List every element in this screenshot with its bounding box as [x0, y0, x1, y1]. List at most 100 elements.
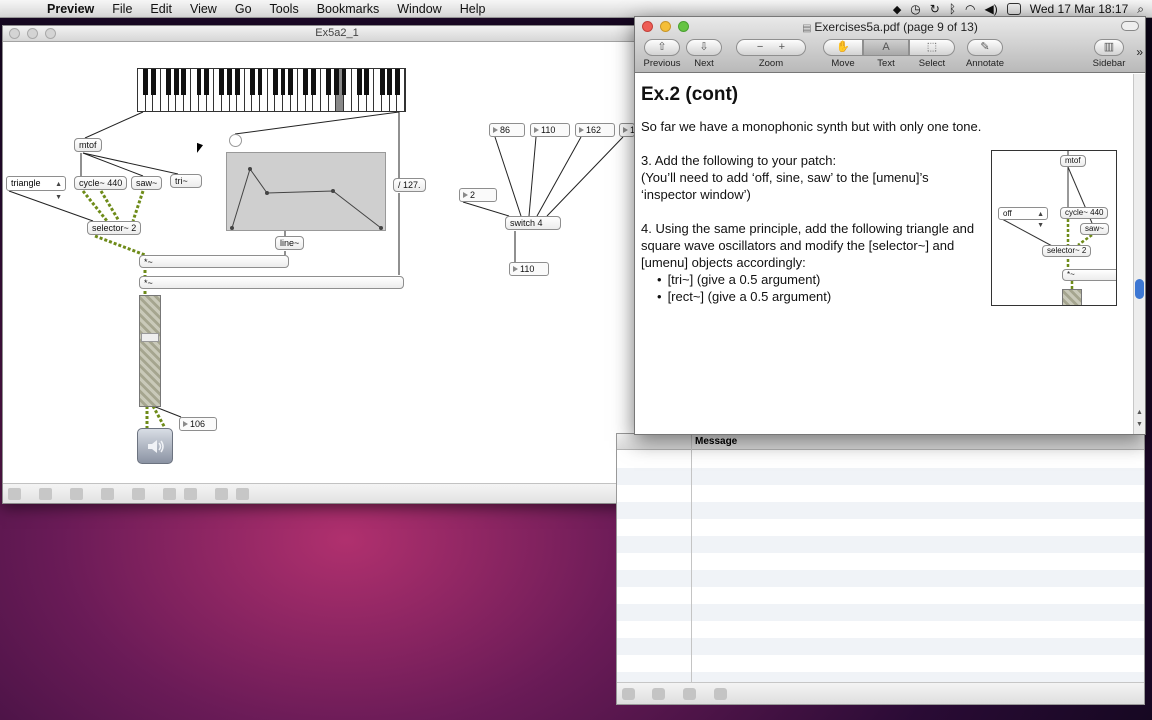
black-key[interactable] [150, 69, 156, 95]
volume-icon[interactable]: ◀) [985, 2, 998, 16]
back-icon[interactable] [714, 688, 727, 700]
line-object[interactable]: line~ [275, 236, 305, 250]
bluetooth-icon[interactable]: ᛒ [949, 2, 956, 16]
wifi-icon[interactable]: ◠ [965, 2, 975, 16]
status-icon[interactable]: ◆ [893, 3, 901, 16]
number-box-110-bottom[interactable]: 110 [509, 262, 549, 276]
presentation-icon[interactable] [101, 488, 114, 500]
toolbar-toggle-button[interactable] [1121, 21, 1139, 31]
black-key[interactable] [387, 69, 393, 95]
waveform-umenu[interactable]: triangle ▲ ▼ [6, 176, 66, 201]
grid-icon[interactable] [215, 488, 228, 500]
scroll-up-arrow-icon[interactable]: ▲ [1136, 409, 1143, 416]
black-key[interactable] [227, 69, 232, 95]
black-key[interactable] [173, 69, 179, 95]
menu-window[interactable]: Window [388, 0, 450, 18]
number-box-106[interactable]: 106 [179, 417, 217, 431]
black-key[interactable] [249, 69, 255, 95]
number-box-2[interactable]: 2 [459, 188, 497, 202]
black-key[interactable] [311, 69, 316, 95]
ezdac-button[interactable] [137, 428, 173, 464]
black-key[interactable] [303, 69, 309, 95]
multiply-object-2[interactable]: *~ [139, 276, 404, 289]
black-key[interactable] [234, 69, 240, 95]
gain-slider[interactable] [139, 295, 161, 407]
time-machine-icon[interactable]: ◷ [910, 2, 920, 16]
select-tool-button[interactable]: ⬚ Select [909, 39, 955, 69]
black-key[interactable] [333, 69, 339, 95]
sync-icon[interactable]: ↻ [930, 2, 940, 16]
function-graph[interactable] [226, 152, 386, 231]
spotlight-icon[interactable]: ⌕ [1137, 2, 1144, 17]
black-key[interactable] [326, 69, 332, 95]
previous-button[interactable]: ⇧ Previous [643, 39, 681, 69]
number-box-110-top[interactable]: 110 [530, 123, 570, 137]
black-key[interactable] [272, 69, 278, 95]
text-tool-button[interactable]: A Text [863, 39, 909, 69]
next-button[interactable]: ⇩ Next [685, 39, 723, 69]
pdf-page[interactable]: Ex.2 (cont) So far we have a monophonic … [635, 74, 1133, 434]
menu-go[interactable]: Go [226, 0, 261, 18]
preview-toolbar[interactable]: ▤ Exercises5a.pdf (page 9 of 13) ⇧ Previ… [635, 17, 1145, 73]
switch-object[interactable]: switch 4 [505, 216, 561, 230]
zoom-control[interactable]: − + Zoom [735, 39, 807, 69]
info-icon[interactable] [683, 688, 696, 700]
history-icon[interactable] [652, 688, 665, 700]
sidebar-button[interactable]: ▥ Sidebar [1091, 39, 1127, 69]
black-key[interactable] [379, 69, 385, 95]
multiply-object-1[interactable]: *~ [139, 255, 289, 268]
lock-icon[interactable] [8, 488, 21, 500]
zoom-out-icon[interactable]: − [757, 41, 763, 53]
menu-view[interactable]: View [181, 0, 226, 18]
mtof-object[interactable]: mtof [74, 138, 102, 152]
toolbar-overflow-icon[interactable]: » [1136, 45, 1143, 59]
selector-object[interactable]: selector~ 2 [87, 221, 142, 235]
subpatcher-icon[interactable] [163, 488, 176, 500]
black-key[interactable] [394, 69, 400, 95]
black-key[interactable] [181, 69, 187, 95]
black-key[interactable] [288, 69, 293, 95]
black-key[interactable] [204, 69, 210, 95]
cycle-object[interactable]: cycle~ 440 [74, 176, 128, 190]
menu-app-preview[interactable]: Preview [38, 0, 103, 18]
battery-icon[interactable] [1006, 3, 1021, 15]
menu-help[interactable]: Help [451, 0, 495, 18]
pdf-vertical-scrollbar[interactable]: ▲ ▼ [1133, 74, 1145, 434]
black-key[interactable] [356, 69, 362, 95]
black-key[interactable] [257, 69, 263, 95]
black-key[interactable] [341, 69, 347, 95]
black-key[interactable] [364, 69, 370, 95]
snap-icon[interactable] [236, 488, 249, 500]
black-key[interactable] [166, 69, 171, 95]
menu-file[interactable]: File [103, 0, 141, 18]
number-box-162[interactable]: 162 [575, 123, 615, 137]
keyboard-slider[interactable] [137, 68, 406, 112]
saw-object[interactable]: saw~ [131, 176, 163, 190]
black-key[interactable] [143, 69, 149, 95]
move-tool-button[interactable]: ✋ Move [823, 39, 863, 69]
number-box-11[interactable]: 11 [619, 123, 635, 137]
tri-object[interactable]: tri~ [170, 174, 202, 188]
console-column-divider[interactable] [691, 434, 692, 682]
console-message-column[interactable]: Message [695, 434, 737, 450]
black-key[interactable] [219, 69, 225, 95]
object-palette-icon[interactable] [70, 488, 83, 500]
black-key[interactable] [196, 69, 202, 95]
window-icon[interactable] [184, 488, 197, 500]
annotate-button[interactable]: ✎ Annotate [965, 39, 1005, 69]
menu-tools[interactable]: Tools [261, 0, 308, 18]
black-key[interactable] [280, 69, 286, 95]
menu-edit[interactable]: Edit [141, 0, 181, 18]
inspector-icon[interactable] [132, 488, 145, 500]
bang-button[interactable] [229, 134, 242, 147]
menu-bookmarks[interactable]: Bookmarks [308, 0, 389, 18]
new-object-icon[interactable] [39, 488, 52, 500]
gain-slider-knob[interactable] [141, 333, 159, 342]
scrollbar-thumb[interactable] [1135, 279, 1144, 299]
scroll-down-arrow-icon[interactable]: ▼ [1136, 421, 1143, 428]
zoom-in-icon[interactable]: + [779, 41, 785, 53]
number-box-86[interactable]: 86 [489, 123, 525, 137]
menubar-clock[interactable]: Wed 17 Mar 18:17 [1030, 2, 1129, 16]
divide-127-object[interactable]: / 127. [393, 178, 426, 192]
clear-icon[interactable] [622, 688, 635, 700]
